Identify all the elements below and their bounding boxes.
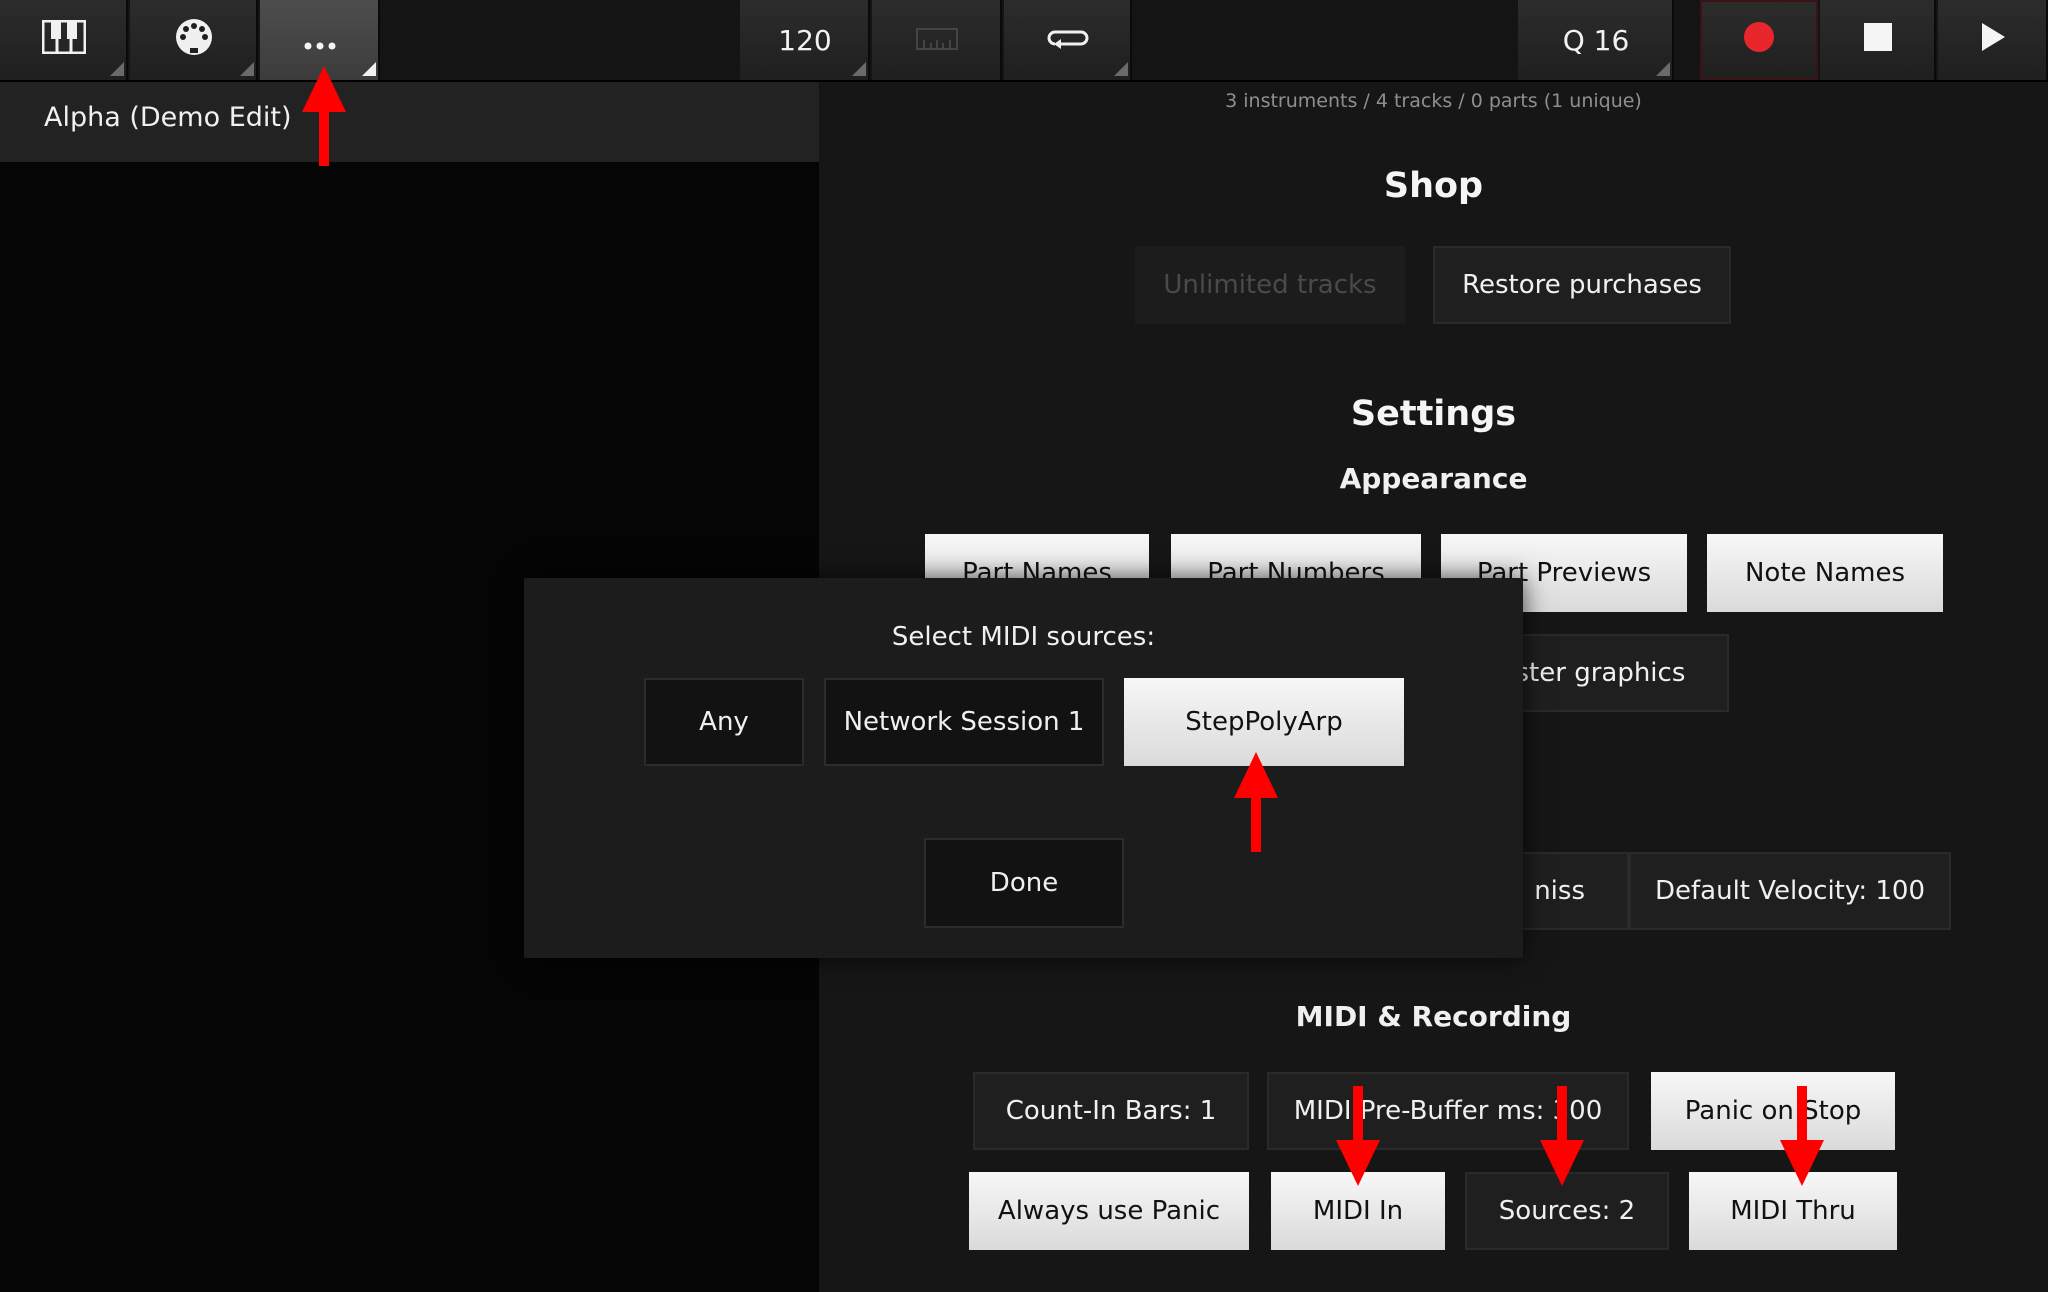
unlimited-tracks-button[interactable]: Unlimited tracks: [1135, 246, 1405, 324]
midi-connector-icon: [174, 17, 214, 64]
ruler-icon: [916, 24, 958, 57]
settings-heading: Settings: [1350, 394, 1517, 434]
loop-button[interactable]: [1004, 0, 1132, 80]
quantize-button[interactable]: Q 16: [1518, 0, 1674, 80]
default-velocity-button[interactable]: Default Velocity: 100: [1629, 852, 1951, 930]
instruments-button[interactable]: [130, 0, 258, 80]
annotation-arrow-down-sources: [1540, 1086, 1584, 1186]
play-icon: [1980, 22, 2006, 59]
song-row[interactable]: Alpha (Demo Edit): [0, 82, 819, 162]
annotation-arrow-up-steppolyarp: [1234, 752, 1278, 852]
shop-heading: Shop: [1383, 166, 1484, 206]
restore-purchases-button[interactable]: Restore purchases: [1433, 246, 1731, 324]
record-icon: [1743, 21, 1775, 60]
always-use-panic-toggle[interactable]: Always use Panic: [969, 1172, 1249, 1250]
record-button[interactable]: [1700, 0, 1818, 80]
annotation-arrow-down-midi-in: [1336, 1086, 1380, 1186]
loop-icon: [1047, 24, 1089, 57]
midi-sources-dialog: Select MIDI sources: Any Network Session…: [524, 578, 1523, 958]
keyboard-button[interactable]: [0, 0, 128, 80]
quantize-value: Q 16: [1562, 23, 1630, 57]
tempo-button[interactable]: 120: [740, 0, 870, 80]
note-names-toggle[interactable]: Note Names: [1707, 534, 1943, 612]
annotation-arrow-down-midi-thru: [1780, 1086, 1824, 1186]
song-title: Alpha (Demo Edit): [44, 102, 292, 133]
annotation-arrow-up-menu: [302, 66, 346, 166]
piano-keys-icon: [41, 19, 87, 61]
metronome-button[interactable]: [872, 0, 1002, 80]
midi-recording-heading: MIDI & Recording: [1295, 1000, 1572, 1033]
play-button[interactable]: [1938, 0, 2048, 80]
count-in-bars-button[interactable]: Count-In Bars: 1: [973, 1072, 1249, 1150]
stop-icon: [1864, 22, 1892, 58]
tempo-value: 120: [778, 23, 832, 57]
panic-on-stop-toggle[interactable]: Panic on Stop: [1651, 1072, 1895, 1150]
source-option-network-session[interactable]: Network Session 1: [824, 678, 1104, 766]
dialog-title: Select MIDI sources:: [891, 622, 1156, 652]
done-button[interactable]: Done: [924, 838, 1124, 928]
appearance-heading: Appearance: [1339, 462, 1528, 495]
source-option-any[interactable]: Any: [644, 678, 804, 766]
stop-button[interactable]: [1820, 0, 1936, 80]
ellipsis-icon: [304, 24, 336, 57]
project-stats: 3 instruments / 4 tracks / 0 parts (1 un…: [1225, 90, 1642, 112]
